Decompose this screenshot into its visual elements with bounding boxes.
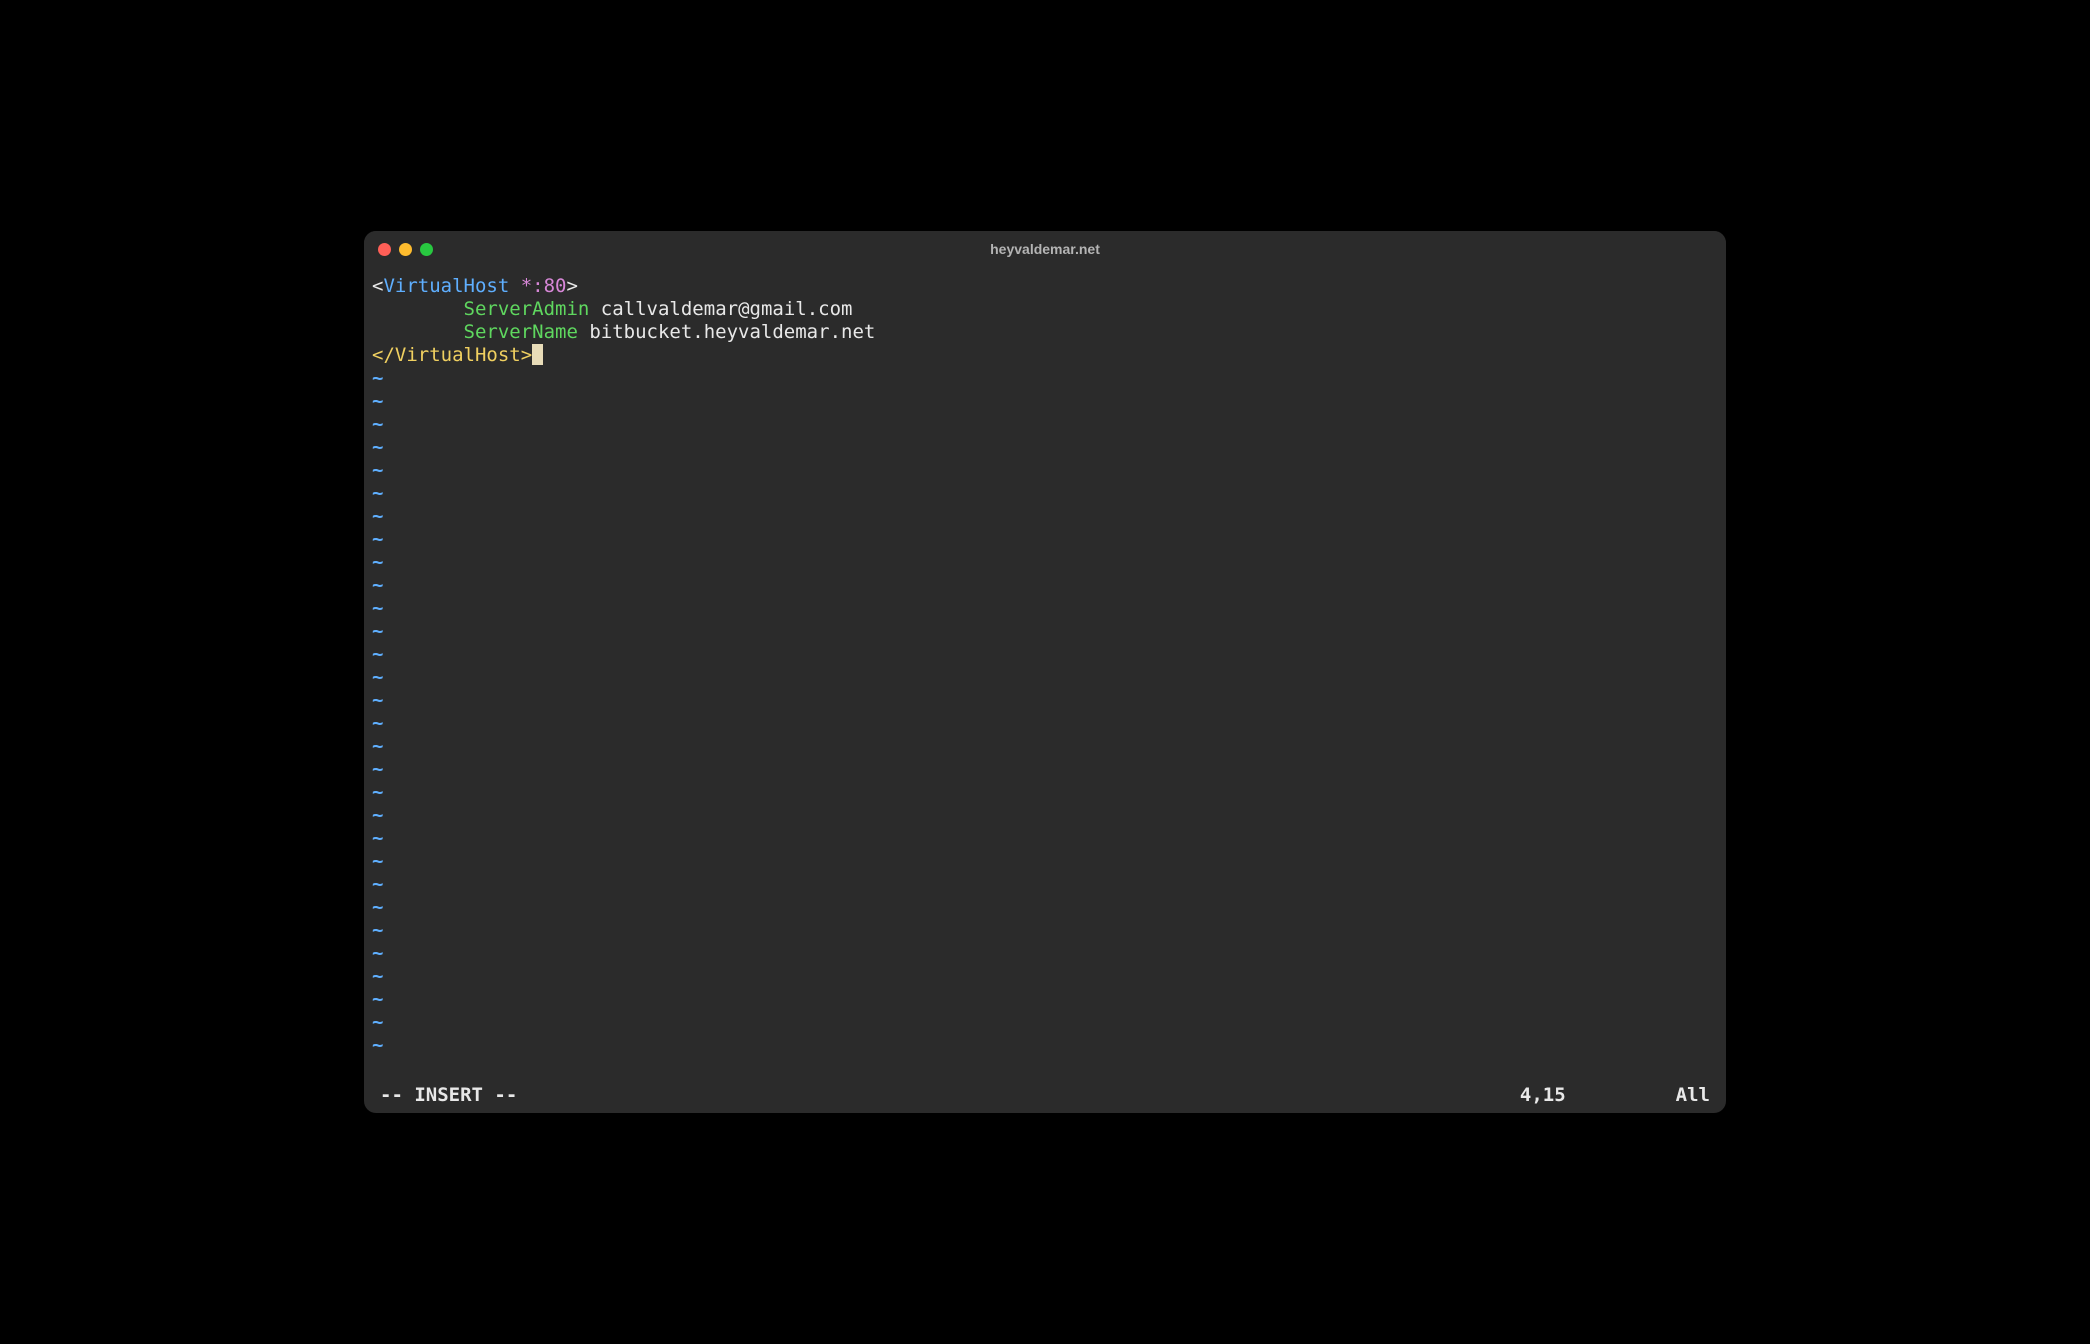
code-line[interactable]: </VirtualHost>: [372, 344, 1718, 367]
traffic-lights: [378, 243, 433, 256]
window-title: heyvaldemar.net: [990, 241, 1100, 257]
empty-line-marker: ~: [372, 1011, 1718, 1034]
empty-line-marker: ~: [372, 620, 1718, 643]
empty-line-marker: ~: [372, 758, 1718, 781]
code-token: </VirtualHost>: [372, 344, 532, 366]
code-line[interactable]: ServerName bitbucket.heyvaldemar.net: [372, 321, 1718, 344]
empty-line-marker: ~: [372, 505, 1718, 528]
empty-line-marker: ~: [372, 850, 1718, 873]
empty-line-marker: ~: [372, 804, 1718, 827]
empty-line-marker: ~: [372, 965, 1718, 988]
vim-status-bar: -- INSERT -- 4,15 All: [372, 1080, 1718, 1113]
code-token: >: [567, 275, 578, 297]
empty-line-marker: ~: [372, 666, 1718, 689]
empty-line-marker: ~: [372, 919, 1718, 942]
code-token: ServerName: [464, 321, 578, 343]
code-line[interactable]: ServerAdmin callvaldemar@gmail.com: [372, 298, 1718, 321]
maximize-window-button[interactable]: [420, 243, 433, 256]
code-token: <: [372, 275, 383, 297]
empty-line-marker: ~: [372, 574, 1718, 597]
vim-mode: -- INSERT --: [380, 1084, 517, 1107]
code-line[interactable]: <VirtualHost *:80>: [372, 275, 1718, 298]
cursor: [532, 344, 543, 365]
code-token: VirtualHost: [383, 275, 509, 297]
empty-line-marker: ~: [372, 390, 1718, 413]
empty-line-marker: ~: [372, 459, 1718, 482]
empty-line-marker: ~: [372, 1034, 1718, 1057]
title-bar: heyvaldemar.net: [364, 231, 1726, 267]
empty-line-marker: ~: [372, 988, 1718, 1011]
terminal-content[interactable]: <VirtualHost *:80> ServerAdmin callvalde…: [364, 267, 1726, 1113]
close-window-button[interactable]: [378, 243, 391, 256]
empty-line-marker: ~: [372, 942, 1718, 965]
empty-line-marker: ~: [372, 873, 1718, 896]
code-token: ServerAdmin: [464, 298, 590, 320]
empty-line-marker: ~: [372, 712, 1718, 735]
empty-line-marker: ~: [372, 643, 1718, 666]
terminal-window: heyvaldemar.net <VirtualHost *:80> Serve…: [364, 231, 1726, 1113]
empty-line-marker: ~: [372, 689, 1718, 712]
empty-line-marker: ~: [372, 367, 1718, 390]
empty-line-marker: ~: [372, 896, 1718, 919]
empty-line-marker: ~: [372, 735, 1718, 758]
empty-line-marker: ~: [372, 436, 1718, 459]
empty-line-marker: ~: [372, 827, 1718, 850]
empty-line-marker: ~: [372, 413, 1718, 436]
empty-line-marker: ~: [372, 528, 1718, 551]
code-token: bitbucket.heyvaldemar.net: [578, 321, 875, 343]
empty-line-marker: ~: [372, 551, 1718, 574]
empty-line-marker: ~: [372, 597, 1718, 620]
scroll-indicator: All: [1676, 1084, 1710, 1107]
empty-line-marker: ~: [372, 482, 1718, 505]
code-token: callvaldemar@gmail.com: [589, 298, 852, 320]
cursor-position: 4,15: [1520, 1084, 1566, 1107]
editor-area[interactable]: <VirtualHost *:80> ServerAdmin callvalde…: [372, 275, 1718, 1080]
code-token: *:80: [509, 275, 566, 297]
empty-line-marker: ~: [372, 781, 1718, 804]
minimize-window-button[interactable]: [399, 243, 412, 256]
